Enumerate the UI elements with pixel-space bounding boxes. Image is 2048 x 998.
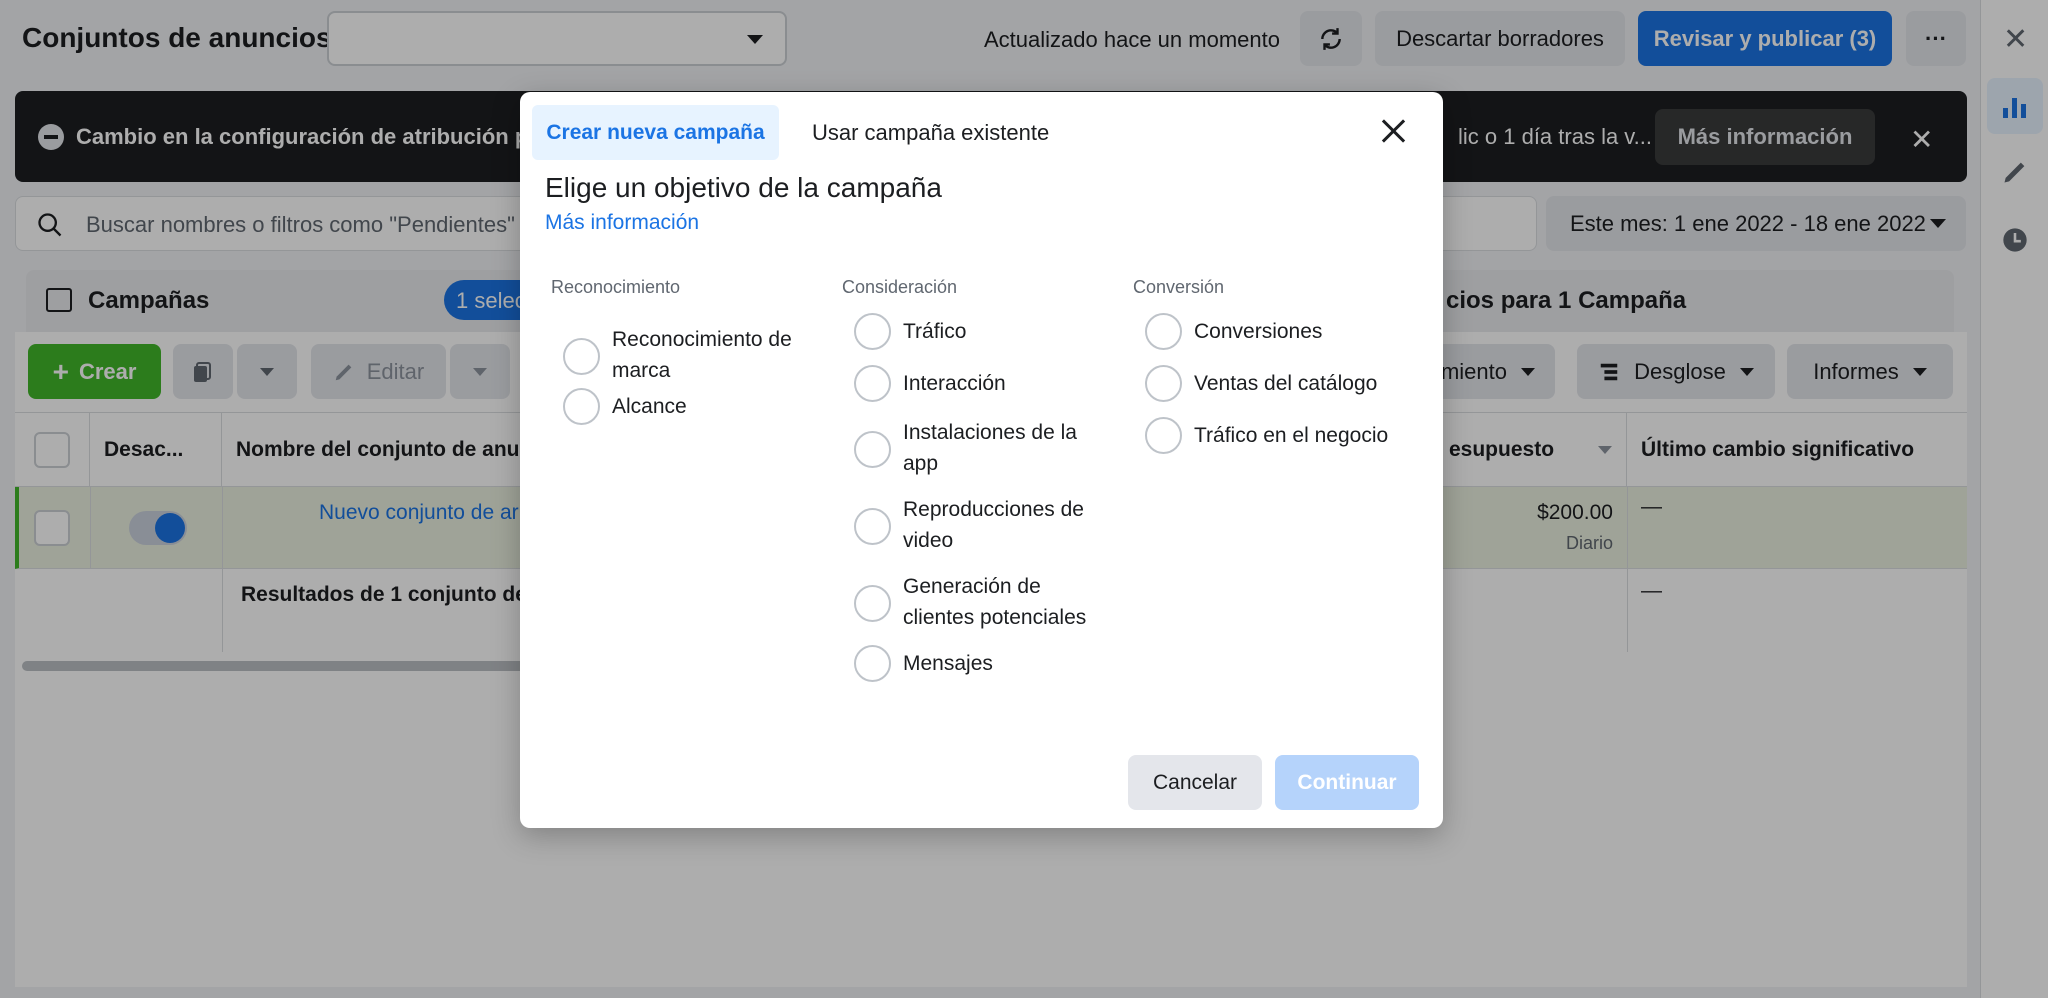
objective-option[interactable]: Generación de clientes potenciales <box>854 571 1114 633</box>
tab-use-existing-campaign[interactable]: Usar campaña existente <box>812 105 1049 160</box>
column-title-awareness: Reconocimiento <box>551 277 681 297</box>
objective-label: Tráfico <box>903 320 967 343</box>
radio-button[interactable] <box>563 338 600 375</box>
objective-label: Instalaciones de la app <box>903 421 1077 475</box>
objective-option[interactable]: Alcance <box>563 388 823 425</box>
objective-option[interactable]: Reproducciones de video <box>854 494 1114 556</box>
objective-option[interactable]: Conversiones <box>1145 313 1435 350</box>
learn-more-link[interactable]: Más información <box>545 211 699 235</box>
objective-label: Reconocimiento de marca <box>612 328 792 382</box>
radio-button[interactable] <box>854 313 891 350</box>
objective-option[interactable]: Tráfico <box>854 313 1114 350</box>
cancel-button[interactable]: Cancelar <box>1128 755 1262 810</box>
objective-option[interactable]: Tráfico en el negocio <box>1145 417 1435 454</box>
radio-button[interactable] <box>854 585 891 622</box>
objective-option[interactable]: Mensajes <box>854 645 1114 682</box>
radio-button[interactable] <box>854 365 891 402</box>
column-title-consideration: Consideración <box>842 277 958 297</box>
objective-label: Tráfico en el negocio <box>1194 424 1389 447</box>
objective-label: Ventas del catálogo <box>1194 372 1378 395</box>
radio-button[interactable] <box>563 388 600 425</box>
objective-label: Reproducciones de video <box>903 498 1084 552</box>
radio-button[interactable] <box>1145 313 1182 350</box>
objective-label: Mensajes <box>903 652 993 675</box>
dialog-heading: Elige un objetivo de la campaña <box>545 172 942 203</box>
radio-button[interactable] <box>854 645 891 682</box>
objective-label: Interacción <box>903 372 1006 395</box>
continue-button[interactable]: Continuar <box>1275 755 1419 810</box>
radio-button[interactable] <box>854 508 891 545</box>
objective-option[interactable]: Reconocimiento de marca <box>563 324 823 386</box>
radio-button[interactable] <box>1145 417 1182 454</box>
radio-button[interactable] <box>854 431 891 468</box>
objective-option[interactable]: Interacción <box>854 365 1114 402</box>
close-icon[interactable] <box>1378 116 1408 146</box>
objective-option[interactable]: Ventas del catálogo <box>1145 365 1435 402</box>
tab-create-new-campaign[interactable]: Crear nueva campaña <box>532 105 779 160</box>
objective-label: Conversiones <box>1194 320 1323 343</box>
campaign-objective-dialog: Crear nueva campaña Usar campaña existen… <box>520 92 1443 828</box>
objective-option[interactable]: Instalaciones de la app <box>854 417 1114 479</box>
objective-label: Alcance <box>612 395 687 418</box>
column-title-conversion: Conversión <box>1133 277 1225 297</box>
radio-button[interactable] <box>1145 365 1182 402</box>
objective-label: Generación de clientes potenciales <box>903 575 1087 629</box>
